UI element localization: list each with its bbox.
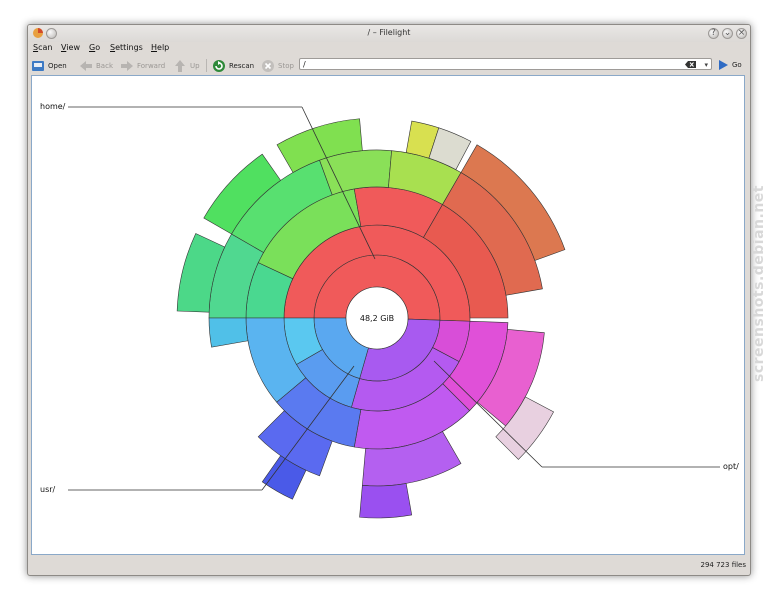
open-icon — [32, 60, 44, 71]
menu-settings[interactable]: Settings — [110, 43, 143, 52]
go-button[interactable]: Go — [718, 59, 742, 71]
total-size-label: 48,2 GiB — [360, 314, 394, 323]
back-button[interactable]: Back — [79, 58, 113, 73]
forward-button[interactable]: Forward — [120, 58, 165, 73]
menu-go[interactable]: Go — [89, 43, 100, 52]
watermark: screenshots.debian.net — [751, 185, 767, 382]
filelight-window: / – Filelight ? ⌄ × Scan View Go Setting… — [27, 24, 751, 576]
folder-segment-ring4[interactable] — [208, 317, 249, 348]
titlebar: / – Filelight ? ⌄ × — [28, 25, 750, 42]
menubar: Scan View Go Settings Help — [28, 42, 750, 55]
label-usr[interactable]: usr/ — [40, 485, 55, 494]
file-count: 294 723 files — [700, 561, 746, 569]
rescan-icon — [213, 59, 225, 72]
rescan-button[interactable]: Rescan — [212, 58, 254, 73]
label-home[interactable]: home/ — [40, 102, 65, 111]
filesystem-radial-map[interactable]: 48,2 GiB — [32, 76, 744, 554]
go-icon — [719, 60, 728, 70]
toolbar-separator — [206, 59, 207, 72]
chevron-down-icon[interactable]: ▾ — [704, 60, 708, 71]
folder-segment-ring5[interactable] — [359, 483, 413, 519]
help-icon: ? — [711, 28, 716, 38]
close-icon: × — [737, 28, 746, 38]
up-icon — [175, 59, 185, 72]
menu-view[interactable]: View — [61, 43, 80, 52]
window-title: / – Filelight — [367, 28, 411, 37]
back-icon — [80, 60, 92, 71]
stop-icon — [262, 59, 274, 72]
radial-map-view[interactable]: 48,2 GiB home/ usr/ opt/ — [31, 75, 745, 555]
menu-scan[interactable]: Scan — [33, 43, 52, 52]
stop-button[interactable]: Stop — [261, 58, 294, 73]
forward-icon — [121, 60, 133, 71]
statusbar: 294 723 files — [28, 556, 750, 574]
menu-help[interactable]: Help — [151, 43, 169, 52]
path-input[interactable]: / ▾ — [299, 58, 712, 70]
open-button[interactable]: Open — [31, 58, 67, 73]
minimize-icon: ⌄ — [723, 28, 732, 38]
label-opt[interactable]: opt/ — [723, 462, 739, 471]
up-button[interactable]: Up — [173, 58, 200, 73]
clear-icon[interactable] — [685, 61, 696, 68]
